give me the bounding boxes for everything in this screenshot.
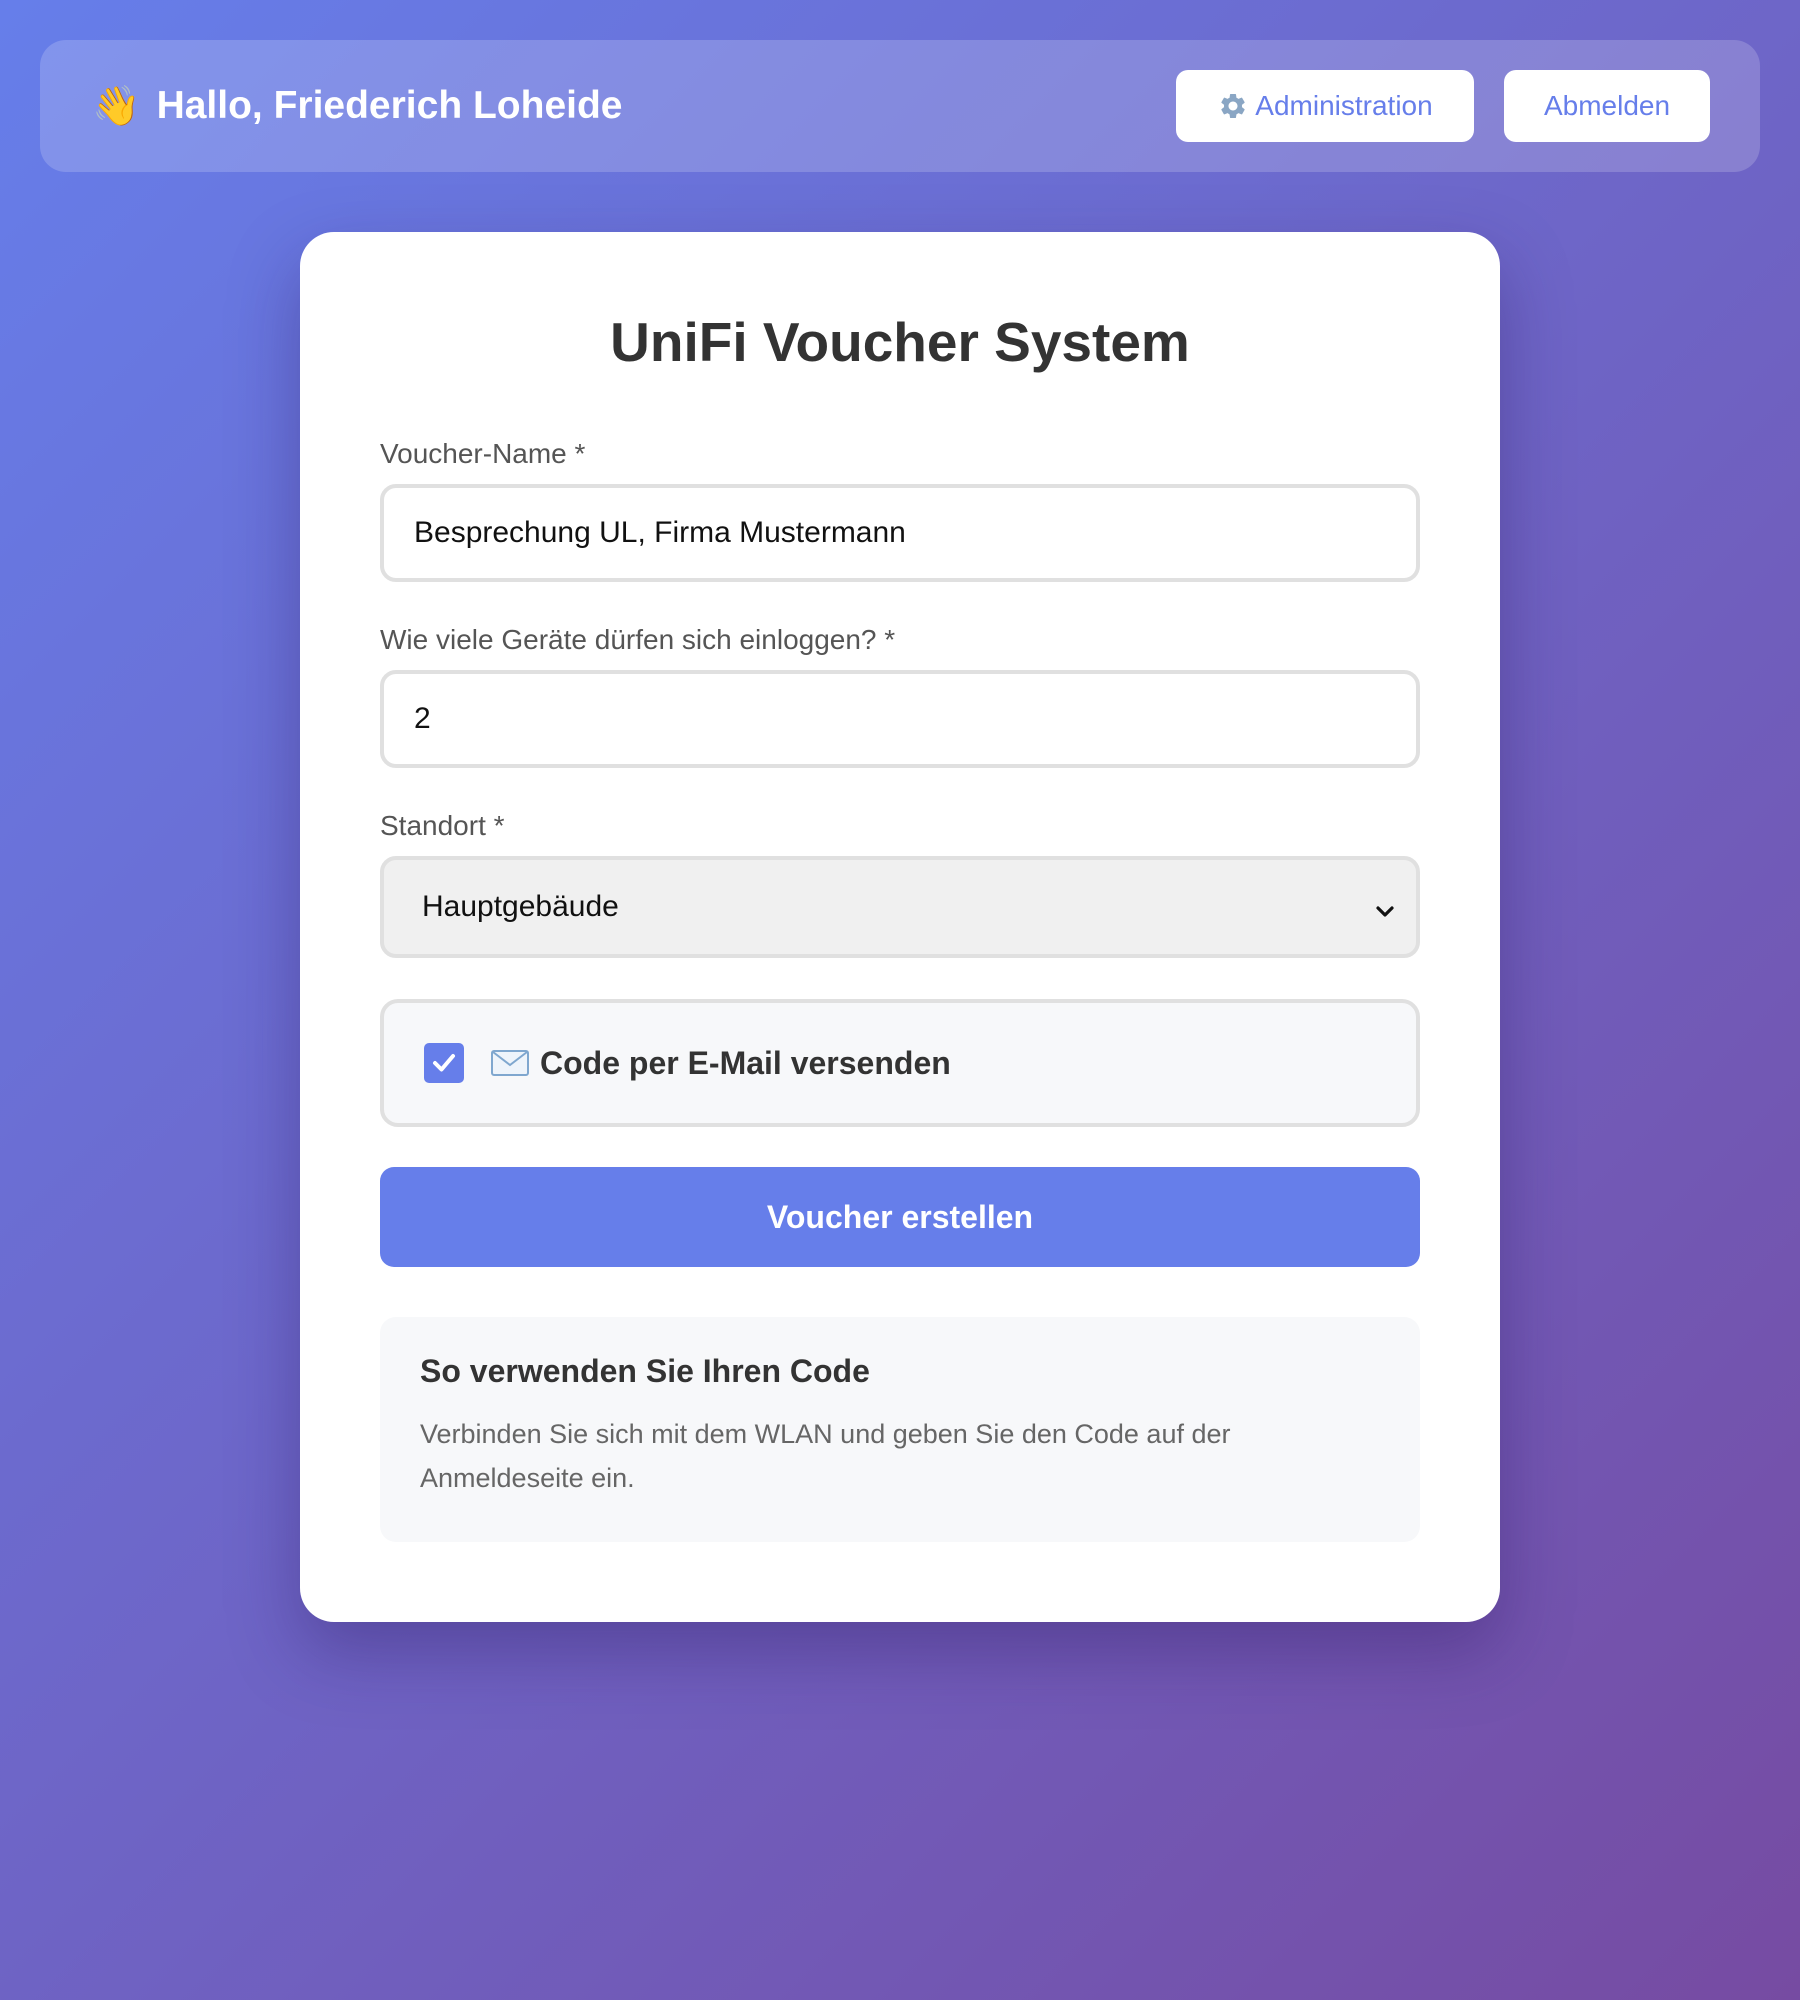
checkmark-icon — [433, 1054, 455, 1072]
email-option: Code per E-Mail versenden — [380, 999, 1420, 1127]
gear-icon — [1217, 90, 1249, 122]
email-checkbox-label[interactable]: Code per E-Mail versenden — [490, 1003, 951, 1123]
email-checkbox-text: Code per E-Mail versenden — [540, 1044, 951, 1081]
page-title: UniFi Voucher System — [610, 311, 1190, 373]
usage-info: So verwenden Sie Ihren Code Verbinden Si… — [380, 1317, 1420, 1542]
devices-label: Wie viele Geräte dürfen sich einloggen? … — [380, 624, 896, 655]
voucher-name-input[interactable]: Besprechung UL, Firma Mustermann — [380, 484, 1420, 582]
voucher-name-label: Voucher-Name * — [380, 438, 586, 469]
location-label: Standort * — [380, 810, 505, 841]
top-bar: 👋 Hallo, Friederich Loheide Administrati… — [40, 40, 1760, 172]
voucher-card: UniFi Voucher System Voucher-Name * Besp… — [300, 232, 1500, 1622]
devices-input[interactable]: 2 — [380, 670, 1420, 768]
location-select[interactable]: Hauptgebäude — [380, 856, 1420, 958]
envelope-icon — [490, 1048, 530, 1078]
greeting-text: Hallo, Friederich Loheide — [156, 84, 623, 127]
administration-label: Administration — [1255, 90, 1433, 121]
greeting: 👋 Hallo, Friederich Loheide — [92, 40, 623, 172]
usage-info-text: Verbinden Sie sich mit dem WLAN und gebe… — [420, 1419, 1231, 1493]
logout-button[interactable]: Abmelden — [1504, 70, 1710, 142]
administration-button[interactable]: Administration — [1176, 70, 1474, 142]
usage-info-title: So verwenden Sie Ihren Code — [420, 1353, 870, 1389]
email-checkbox[interactable] — [424, 1043, 464, 1083]
waving-hand-icon: 👋 — [92, 84, 141, 128]
location-selected-value: Hauptgebäude — [422, 890, 619, 923]
create-voucher-button[interactable]: Voucher erstellen — [380, 1167, 1420, 1267]
chevron-down-icon — [1374, 896, 1396, 918]
